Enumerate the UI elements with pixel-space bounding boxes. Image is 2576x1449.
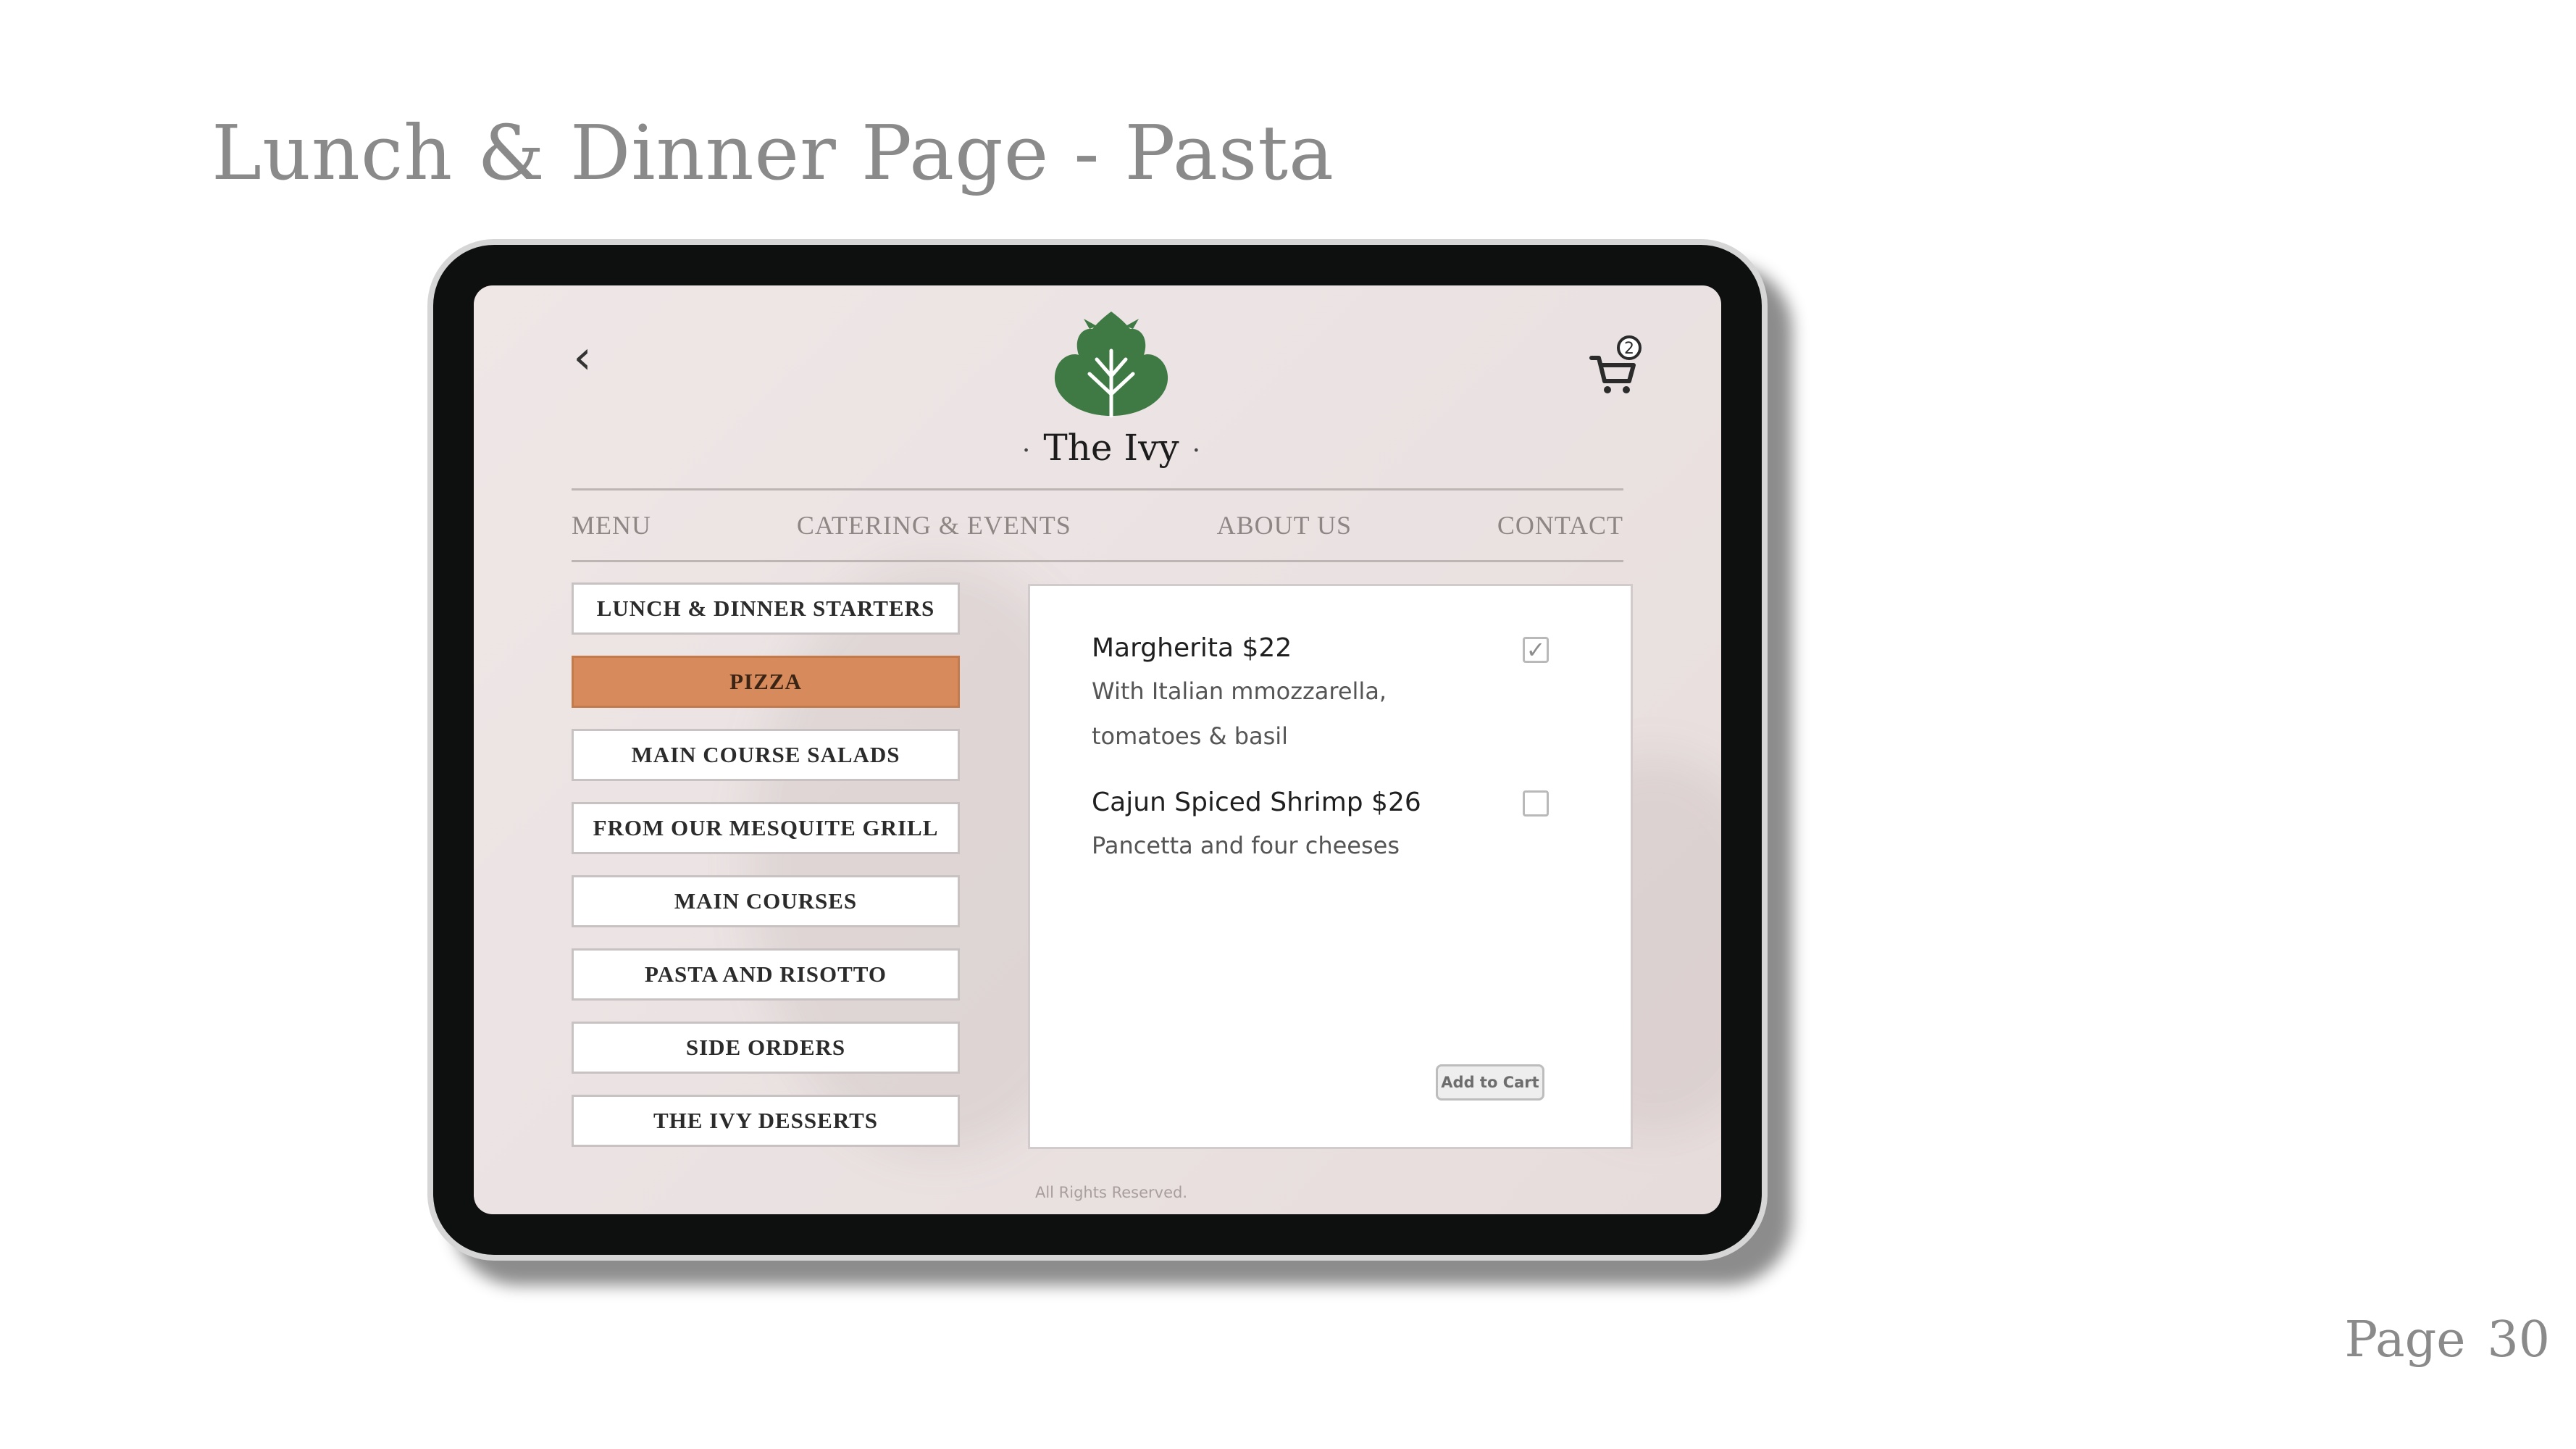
cart-button[interactable]: 2 (1578, 329, 1651, 401)
dish-item: Margherita $22 With Italian mmozzarella,… (1092, 633, 1526, 759)
dish-description: With Italian mmozzarella, tomatoes & bas… (1092, 669, 1526, 759)
page-label: Page (2344, 1311, 2466, 1369)
tablet-frame: ‹ · The Ivy · 2 MENU CATERING & EVENTS ABO… (427, 239, 1768, 1261)
category-mesquite-grill[interactable]: FROM OUR MESQUITE GRILL (572, 802, 960, 854)
category-list: LUNCH & DINNER STARTERS PIZZA MAIN COURS… (572, 582, 960, 1168)
dish-checkbox-margherita[interactable]: ✓ (1523, 637, 1549, 663)
category-lunch-dinner-starters[interactable]: LUNCH & DINNER STARTERS (572, 582, 960, 635)
add-to-cart-button[interactable]: Add to Cart (1436, 1064, 1544, 1101)
dish-item: Cajun Spiced Shrimp $26 Pancetta and fou… (1092, 788, 1526, 868)
cart-count-badge: 2 (1624, 340, 1634, 358)
category-main-courses[interactable]: MAIN COURSES (572, 875, 960, 927)
category-main-course-salads[interactable]: MAIN COURSE SALADS (572, 729, 960, 781)
page-number: Page 30 (2344, 1311, 2550, 1369)
check-icon: ✓ (1526, 636, 1546, 664)
slide-title: Lunch & Dinner Page - Pasta (212, 109, 1335, 197)
dish-description: Pancetta and four cheeses (1092, 823, 1526, 868)
dish-checkbox-cajun-shrimp[interactable] (1523, 790, 1549, 817)
page-number-value: 30 (2487, 1311, 2550, 1369)
dish-name: Cajun Spiced Shrimp $26 (1092, 788, 1421, 817)
brand-text: The Ivy (1043, 427, 1179, 469)
app-screen: ‹ · The Ivy · 2 MENU CATERING & EVENTS ABO… (474, 285, 1721, 1214)
footer-text: All Rights Reserved. (1034, 1184, 1188, 1201)
dish-description-line: tomatoes & basil (1092, 722, 1289, 750)
category-pizza[interactable]: PIZZA (572, 656, 960, 708)
brand-name: · The Ivy · (1021, 427, 1201, 469)
chevron-left-icon: ‹ (573, 331, 592, 385)
nav-item-catering-events[interactable]: CATERING & EVENTS (797, 510, 1071, 540)
dish-description-line: Pancetta and four cheeses (1092, 832, 1400, 859)
back-button[interactable]: ‹ (561, 331, 604, 385)
dish-name: Margherita $22 (1092, 633, 1292, 663)
category-pasta-risotto[interactable]: PASTA AND RISOTTO (572, 948, 960, 1001)
nav-item-contact[interactable]: CONTACT (1497, 510, 1623, 540)
top-nav: MENU CATERING & EVENTS ABOUT US CONTACT (572, 488, 1623, 562)
dish-panel: Margherita $22 With Italian mmozzarella,… (1028, 584, 1633, 1149)
nav-item-about-us[interactable]: ABOUT US (1217, 510, 1352, 540)
category-ivy-desserts[interactable]: THE IVY DESSERTS (572, 1095, 960, 1147)
shopping-cart-icon: 2 (1589, 335, 1642, 393)
leaf-logo-icon (1054, 312, 1168, 418)
category-side-orders[interactable]: SIDE ORDERS (572, 1022, 960, 1074)
dish-description-line: With Italian mmozzarella, (1092, 677, 1387, 705)
nav-item-menu[interactable]: MENU (572, 510, 651, 540)
